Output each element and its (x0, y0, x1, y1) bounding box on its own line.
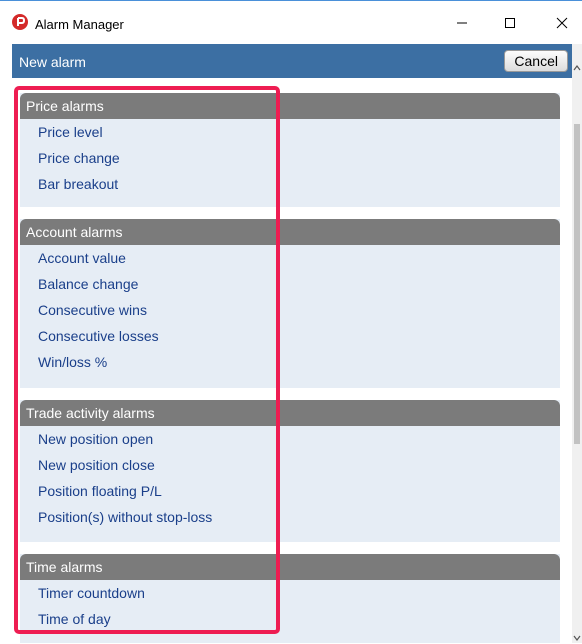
alarm-option-position-floating-pl[interactable]: Position floating P/L (20, 478, 560, 504)
cancel-button[interactable]: Cancel (504, 50, 568, 72)
vertical-scrollbar[interactable] (572, 44, 582, 643)
alarm-type-list: Price alarms Price level Price change Ba… (12, 78, 572, 643)
app-logo-icon (12, 14, 28, 30)
maximize-icon (505, 18, 515, 28)
alarm-option-bar-breakout[interactable]: Bar breakout (20, 171, 560, 197)
alarm-option-new-position-open[interactable]: New position open (20, 426, 560, 452)
alarm-option-consecutive-wins[interactable]: Consecutive wins (20, 297, 560, 323)
alarm-option-win-loss[interactable]: Win/loss % (20, 349, 560, 375)
alarm-option-time-of-day[interactable]: Time of day (20, 606, 560, 632)
section-header: Trade activity alarms (20, 400, 560, 426)
window-titlebar: Alarm Manager (0, 0, 582, 45)
alarm-option-consecutive-losses[interactable]: Consecutive losses (20, 323, 560, 349)
minimize-icon (457, 22, 467, 24)
section-header: Price alarms (20, 93, 560, 119)
window-title: Alarm Manager (35, 17, 124, 32)
panel-title: New alarm (19, 54, 86, 70)
section-trade-activity-alarms: Trade activity alarms New position open … (20, 400, 560, 542)
alarm-option-price-level[interactable]: Price level (20, 119, 560, 145)
close-icon (556, 17, 568, 29)
scroll-thumb[interactable] (574, 124, 580, 444)
close-button[interactable] (540, 7, 582, 39)
alarm-option-balance-change[interactable]: Balance change (20, 271, 560, 297)
scroll-down-icon[interactable] (572, 632, 582, 644)
section-account-alarms: Account alarms Account value Balance cha… (20, 219, 560, 388)
section-price-alarms: Price alarms Price level Price change Ba… (20, 93, 560, 207)
new-alarm-toolbar: New alarm Cancel (12, 44, 572, 78)
maximize-button[interactable] (488, 7, 532, 39)
alarm-option-price-change[interactable]: Price change (20, 145, 560, 171)
section-header: Account alarms (20, 219, 560, 245)
alarm-option-timer-countdown[interactable]: Timer countdown (20, 580, 560, 606)
alarm-option-position-without-stop-loss[interactable]: Position(s) without stop-loss (20, 504, 560, 530)
section-time-alarms: Time alarms Timer countdown Time of day (20, 554, 560, 643)
scroll-up-icon[interactable] (572, 62, 582, 74)
minimize-button[interactable] (440, 7, 484, 39)
section-header: Time alarms (20, 554, 560, 580)
alarm-option-account-value[interactable]: Account value (20, 245, 560, 271)
alarm-option-new-position-close[interactable]: New position close (20, 452, 560, 478)
